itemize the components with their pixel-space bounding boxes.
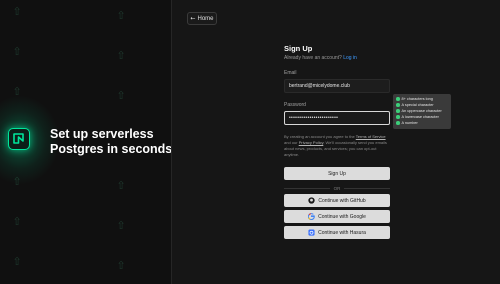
tagline-line-1: Set up serverless — [50, 127, 154, 141]
email-label: Email — [284, 70, 297, 76]
arrow-up-icon: ⇧ — [12, 215, 22, 228]
hasura-button[interactable]: Continue with Hasura — [284, 226, 390, 239]
login-link[interactable]: Log in — [343, 55, 357, 61]
requirement-label: An uppercase character — [401, 109, 442, 113]
marketing-panel: ⇧ ⇧ ⇧ ⇧ ⇧ ⇧ ⇧ ⇧ ⇧ ⇧ ⇧ ⇧ Set up serverles… — [0, 0, 172, 284]
requirement-label: A special character — [401, 103, 434, 107]
check-icon — [396, 97, 400, 101]
home-button[interactable]: ← Home — [187, 12, 217, 25]
signup-button[interactable]: Sign Up — [284, 167, 390, 180]
legal-notice: By creating an account you agree to the … — [284, 134, 390, 158]
check-icon — [396, 121, 400, 125]
github-button-label: Continue with GitHub — [318, 197, 366, 204]
signup-form: Sign Up Already have an account? Log in … — [284, 44, 390, 239]
login-prompt: Already have an account? Log in — [284, 55, 390, 61]
email-field[interactable]: bertrand@micelydome.club — [284, 79, 390, 93]
divider-line — [344, 187, 390, 189]
legal-prefix: By creating an account you agree to the — [284, 134, 355, 139]
github-icon — [308, 197, 316, 204]
arrow-up-icon: ⇧ — [12, 5, 22, 18]
home-label: Home — [197, 15, 214, 22]
divider-line — [284, 187, 330, 189]
arrow-up-icon: ⇧ — [116, 179, 126, 192]
or-divider: OR — [284, 185, 390, 191]
google-button-label: Continue with Google — [318, 213, 366, 220]
password-value: •••••••••••••••••••••••• — [289, 115, 339, 121]
requirement-item: A number — [396, 120, 448, 126]
arrow-up-icon: ⇧ — [116, 49, 126, 62]
password-label: Password — [284, 102, 306, 108]
hasura-icon — [308, 229, 315, 236]
terms-link[interactable]: Terms of Service — [356, 134, 386, 139]
or-label: OR — [333, 185, 341, 191]
login-prompt-text: Already have an account? — [284, 55, 342, 61]
arrow-up-icon: ⇧ — [12, 45, 22, 58]
google-button[interactable]: Continue with Google — [284, 210, 390, 223]
tagline: Set up serverless Postgres in seconds. — [50, 127, 172, 157]
neon-logo-icon — [8, 128, 30, 150]
legal-and: and our — [284, 140, 298, 145]
github-button[interactable]: Continue with GitHub — [284, 194, 390, 207]
tagline-line-2: Postgres in seconds. — [50, 142, 172, 156]
hasura-button-label: Continue with Hasura — [318, 229, 366, 236]
privacy-link[interactable]: Privacy Policy — [299, 140, 324, 145]
requirement-label: A lowercase character — [401, 115, 439, 119]
signup-button-label: Sign Up — [328, 170, 346, 177]
page-title: Sign Up — [284, 44, 313, 53]
requirement-label: 8+ characters long — [401, 97, 433, 101]
check-icon — [396, 103, 400, 107]
email-value: bertrand@micelydome.club — [289, 83, 350, 89]
check-icon — [396, 109, 400, 113]
check-icon — [396, 115, 400, 119]
password-field[interactable]: •••••••••••••••••••••••• — [284, 111, 390, 125]
arrow-up-icon: ⇧ — [116, 9, 126, 22]
requirement-label: A number — [401, 121, 418, 125]
password-requirements-tooltip: 8+ characters long A special character A… — [393, 94, 451, 129]
google-icon — [308, 213, 315, 220]
arrow-up-icon: ⇧ — [116, 89, 126, 102]
arrow-up-icon: ⇧ — [116, 219, 126, 232]
arrow-left-icon: ← — [190, 15, 196, 22]
arrow-up-icon: ⇧ — [12, 255, 22, 268]
arrow-up-icon: ⇧ — [116, 259, 126, 272]
